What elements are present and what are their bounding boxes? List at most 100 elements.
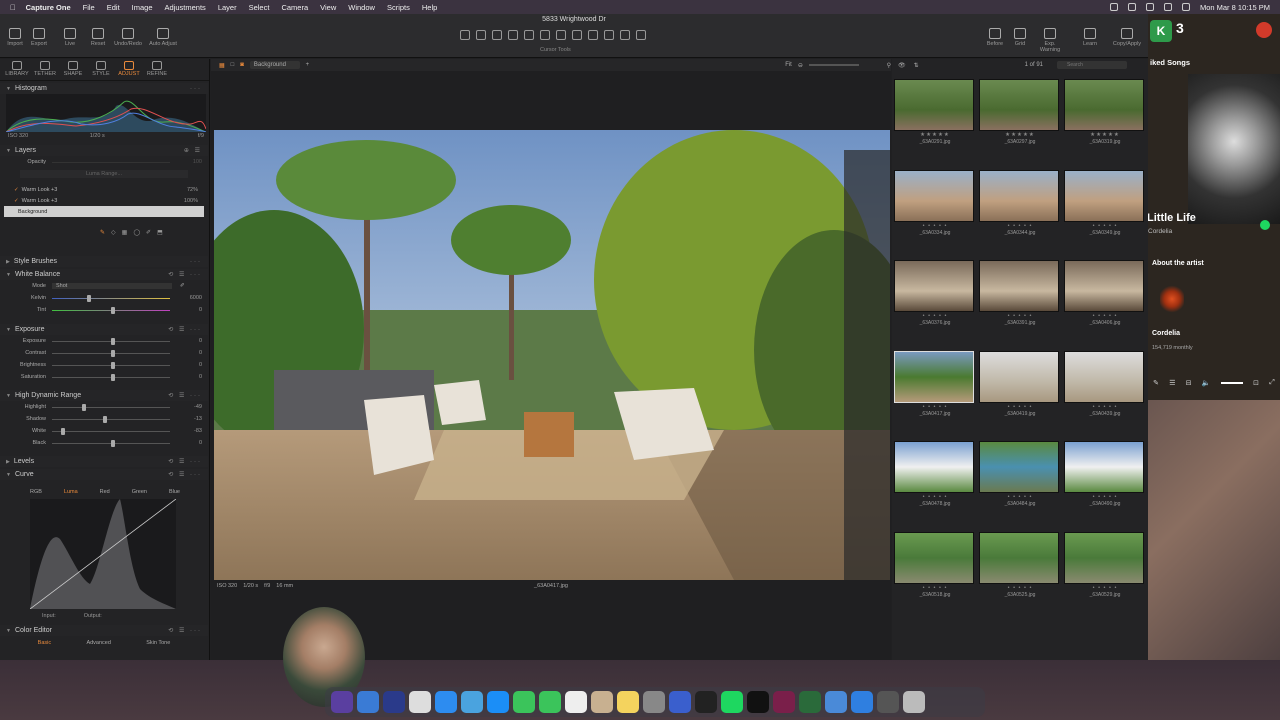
menu-edit[interactable]: Edit: [107, 3, 120, 12]
tab-advanced[interactable]: Advanced: [86, 640, 110, 646]
proof-icon[interactable]: ◙: [240, 62, 244, 68]
copy-apply-button[interactable]: Copy/Apply: [1112, 28, 1142, 47]
thumbnail-image[interactable]: [894, 169, 974, 222]
curve-tab-rgb[interactable]: RGB: [30, 489, 42, 495]
layer-select[interactable]: Background: [249, 61, 300, 69]
thumbnail-image[interactable]: [1064, 441, 1144, 493]
star-rating[interactable]: ★★★★★: [1064, 132, 1146, 138]
white-slider[interactable]: [52, 427, 170, 435]
thumbnail[interactable]: • • • • • _63A0334.jpg: [894, 169, 976, 252]
star-rating[interactable]: ★★★★★: [979, 132, 1061, 138]
thumbnail[interactable]: • • • • • _63A0417.jpg: [894, 350, 976, 433]
facetime-icon[interactable]: [539, 691, 561, 713]
thumbnail[interactable]: ★★★★★ _63A0297.jpg: [979, 79, 1061, 161]
thumbnail-image[interactable]: [894, 260, 974, 312]
app-icon[interactable]: [851, 691, 873, 713]
search-input[interactable]: Search: [1057, 61, 1128, 69]
style-brushes-header[interactable]: ▶ Style Brushes ···: [0, 256, 208, 267]
star-rating[interactable]: • • • • •: [979, 223, 1061, 229]
brightness-slider[interactable]: [52, 361, 170, 369]
lyrics-icon[interactable]: ✎: [1153, 379, 1159, 387]
exposure-header[interactable]: ▼ Exposure ⟲ ☰ ···: [0, 324, 208, 335]
tab-adjust[interactable]: ADJUST: [116, 59, 142, 80]
thumbnail-image[interactable]: [894, 531, 974, 584]
star-rating[interactable]: • • • • •: [1064, 223, 1146, 229]
radial-icon[interactable]: ◯: [133, 229, 140, 236]
tab-shape[interactable]: SHAPE: [60, 59, 86, 80]
menu-adjustments[interactable]: Adjustments: [165, 3, 206, 12]
volume-icon[interactable]: 🔈: [1202, 379, 1211, 387]
star-rating[interactable]: • • • • •: [1064, 494, 1146, 500]
app-icon[interactable]: [799, 691, 821, 713]
select-tool-icon[interactable]: [460, 30, 470, 40]
thumbnail-image[interactable]: [979, 441, 1059, 493]
thumbnail-image[interactable]: [979, 531, 1059, 584]
highlight-slider[interactable]: [52, 403, 170, 411]
curve-tab-green[interactable]: Green: [132, 489, 147, 495]
levels-header[interactable]: ▶ Levels ⟲ ☰ ···: [0, 456, 208, 467]
menu-image[interactable]: Image: [132, 3, 153, 12]
zoom-slider[interactable]: [808, 64, 859, 66]
single-view-icon[interactable]: □: [231, 62, 235, 68]
annotate-tool-icon[interactable]: [636, 30, 646, 40]
gradient-tool-icon[interactable]: [604, 30, 614, 40]
app-menu[interactable]: Capture One: [26, 3, 71, 12]
record-icon[interactable]: [1256, 22, 1272, 38]
reset-button[interactable]: Reset: [83, 28, 113, 47]
track-artist[interactable]: Cordelia: [1148, 228, 1172, 235]
star-rating[interactable]: • • • • •: [894, 223, 976, 229]
device-icon[interactable]: ⊟: [1186, 379, 1192, 387]
opacity-slider[interactable]: [52, 161, 170, 163]
calendar-icon[interactable]: [565, 691, 587, 713]
app-icon[interactable]: [461, 691, 483, 713]
curve-tab-luma[interactable]: Luma: [64, 489, 78, 495]
thumbnail-image[interactable]: [979, 169, 1059, 222]
settings-icon[interactable]: [643, 691, 665, 713]
thumbnail-image[interactable]: [894, 441, 974, 493]
curve-header[interactable]: ▼ Curve ⟲ ☰ ···: [0, 469, 208, 480]
hdr-header[interactable]: ▼ High Dynamic Range ⟲ ☰ ···: [0, 390, 208, 401]
search-icon[interactable]: [1163, 3, 1172, 11]
thumbnail[interactable]: • • • • • _63A0419.jpg: [979, 350, 1061, 433]
miniplayer-icon[interactable]: ⊡: [1253, 379, 1259, 387]
picker-icon[interactable]: ✐: [146, 229, 151, 236]
star-rating[interactable]: • • • • •: [1064, 313, 1146, 319]
menu-camera[interactable]: Camera: [281, 3, 308, 12]
layer-item[interactable]: ✓ Warm Look +3 100%: [0, 195, 208, 206]
safari-icon[interactable]: [435, 691, 457, 713]
checkbox-icon[interactable]: ✓: [14, 198, 19, 204]
menu-select[interactable]: Select: [249, 3, 270, 12]
star-rating[interactable]: • • • • •: [1064, 404, 1146, 410]
sort-icon[interactable]: ⇅: [914, 62, 919, 69]
tint-slider[interactable]: [52, 306, 170, 314]
spotify-icon[interactable]: [721, 691, 743, 713]
liked-songs-title[interactable]: iked Songs: [1150, 58, 1190, 67]
wifi-icon[interactable]: [1145, 3, 1154, 11]
clock[interactable]: Mon Mar 8 10:15 PM: [1200, 3, 1270, 12]
thumbnail-image[interactable]: [1064, 350, 1144, 403]
tab-basic[interactable]: Basic: [38, 640, 51, 646]
thumbnail-image[interactable]: [894, 79, 974, 131]
auto-adjust-button[interactable]: Auto Adjust: [148, 28, 178, 47]
app-icon[interactable]: [331, 691, 353, 713]
thumbnail-image[interactable]: [979, 79, 1059, 131]
star-rating[interactable]: • • • • •: [979, 585, 1061, 591]
tab-tether[interactable]: TETHER: [32, 59, 58, 80]
histogram-header[interactable]: ▼ Histogram ···: [0, 83, 208, 94]
opacity-value[interactable]: 100: [178, 159, 202, 165]
thumbnail[interactable]: • • • • • _63A0376.jpg: [894, 260, 976, 342]
exposure-warning-button[interactable]: Exp. Warning: [1035, 28, 1065, 53]
status-icon[interactable]: [1127, 3, 1136, 11]
layer-item-background[interactable]: Background: [4, 206, 204, 217]
thumbnail-image[interactable]: [979, 350, 1059, 403]
trash-icon[interactable]: [903, 691, 925, 713]
thumbnail[interactable]: • • • • • _63A0484.jpg: [979, 441, 1061, 523]
magnifier-icon[interactable]: ⚲: [887, 62, 891, 69]
learn-button[interactable]: Learn: [1075, 28, 1105, 47]
menu-file[interactable]: File: [83, 3, 95, 12]
eraser-icon[interactable]: ◇: [111, 229, 116, 236]
star-rating[interactable]: • • • • •: [979, 404, 1061, 410]
menu-window[interactable]: Window: [348, 3, 375, 12]
view-icon[interactable]: 👁: [898, 62, 906, 69]
layer-item[interactable]: ✓ Warm Look +3 72%: [0, 184, 208, 195]
